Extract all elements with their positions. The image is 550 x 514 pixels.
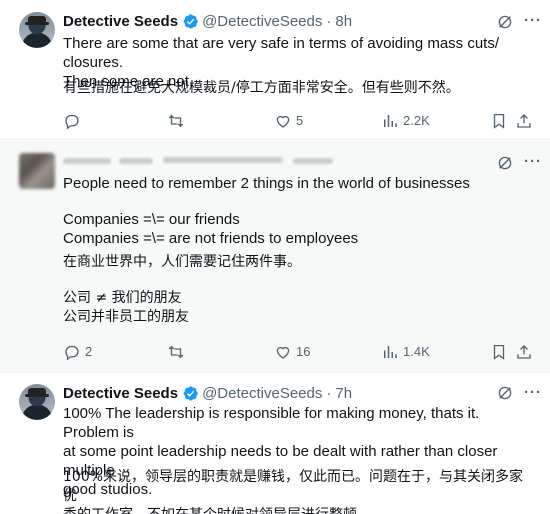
like-count: 16 [296,344,311,359]
author-name[interactable]: Detective Seeds [63,385,178,402]
views-count: 2.2K [403,113,430,128]
views-icon [384,346,397,358]
reply-count: 2 [85,344,93,359]
tweet[interactable]: Detective Seeds @DetectiveSeeds · 8h ···… [0,0,550,140]
views-button[interactable]: 2.2K [381,112,430,130]
tweet[interactable]: Detective Seeds @DetectiveSeeds · 7h ···… [0,374,550,514]
more-options-button[interactable]: ··· [524,12,542,29]
retweet-button[interactable] [167,343,189,361]
translation-text: 公司 ≠ 我们的朋友 公司并非员工的朋友 [63,289,533,327]
bookmark-button[interactable] [490,343,512,361]
separator-dot: · [326,384,332,402]
text-line: 公司 ≠ 我们的朋友 [63,290,182,306]
tweet-header: Detective Seeds @DetectiveSeeds · 7h [63,383,352,403]
retweet-icon [168,114,184,128]
text-line: Companies =\= our friends [63,211,240,228]
like-icon [276,346,290,359]
action-bar: 5 2.2K [63,112,543,132]
tweet-text: Companies =\= our friends Companies =\= … [63,210,533,248]
author-handle[interactable]: @DetectiveSeeds [202,13,322,30]
grok-icon[interactable] [496,154,514,172]
like-button[interactable]: 16 [274,343,310,361]
timestamp[interactable]: 8h [335,13,352,30]
action-bar: 2 16 1.4K [63,343,543,363]
grok-icon[interactable] [496,384,514,402]
text-line: 秀的工作室，不如在某个时候对领导层进行整顿。 [63,506,533,514]
share-icon [517,345,531,359]
text-line: 100% The leadership is responsible for m… [63,405,480,441]
translation-text: 在商业世界中，人们需要记住两件事。 [63,254,301,270]
more-options-button[interactable]: ··· [524,384,542,401]
bookmark-icon [493,344,505,360]
reply-icon [65,345,79,361]
verified-badge-icon [183,385,198,401]
tweet-header: Detective Seeds @DetectiveSeeds · 8h [63,11,352,31]
bookmark-icon [493,113,505,129]
text-line: Companies =\= are not friends to employe… [63,230,359,247]
tweet-highlighted[interactable]: ··· People need to remember 2 things in … [0,141,550,373]
like-count: 5 [296,113,304,128]
grok-icon[interactable] [496,13,514,31]
retweet-icon [168,345,184,359]
translation-text: 有些措施在避免大规模裁员/停工方面非常安全。但有些则不然。 [63,80,460,96]
timestamp[interactable]: 7h [335,385,352,402]
views-count: 1.4K [403,344,430,359]
like-button[interactable]: 5 [274,112,303,130]
separator-dot: · [326,12,332,30]
reply-button[interactable] [63,112,85,130]
text-line: 公司并非员工的朋友 [63,309,189,325]
share-icon [517,114,531,128]
share-button[interactable] [515,343,537,361]
avatar-redacted[interactable] [19,153,55,189]
translation-text: 100%来说，领导层的职责就是赚钱，仅此而已。问题在于，与其关闭多家优 秀的工作… [63,468,533,514]
share-button[interactable] [515,112,537,130]
avatar[interactable] [19,12,55,48]
verified-badge-icon [183,13,198,29]
views-icon [384,115,397,127]
bookmark-button[interactable] [490,112,512,130]
views-button[interactable]: 1.4K [381,343,430,361]
like-icon [276,115,290,128]
author-handle[interactable]: @DetectiveSeeds [202,385,322,402]
reply-button[interactable]: 2 [63,343,92,361]
avatar[interactable] [19,384,55,420]
tweet-text: People need to remember 2 things in the … [63,175,470,192]
reply-icon [65,114,79,130]
redacted-author [63,154,383,170]
text-line: 100%来说，领导层的职责就是赚钱，仅此而已。问题在于，与其关闭多家优 [63,469,524,504]
more-options-button[interactable]: ··· [524,153,542,170]
author-name[interactable]: Detective Seeds [63,13,178,30]
retweet-button[interactable] [167,112,189,130]
text-line: There are some that are very safe in ter… [63,35,500,71]
